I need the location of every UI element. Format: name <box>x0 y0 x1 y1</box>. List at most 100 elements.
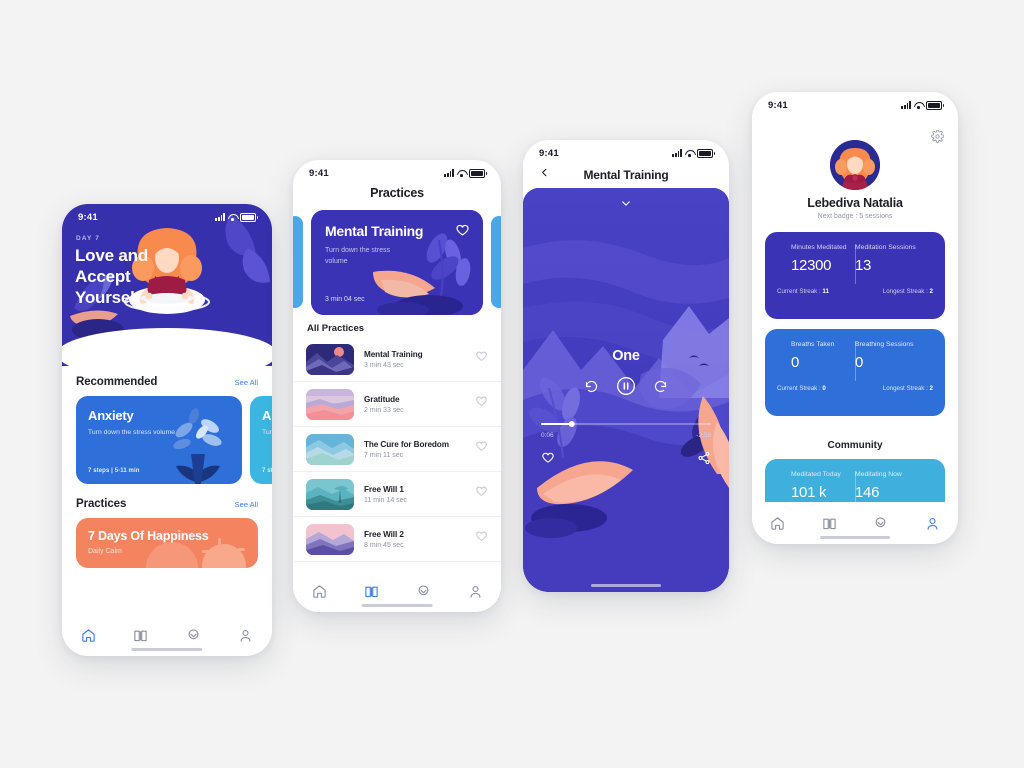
home-indicator <box>361 604 433 607</box>
rewind-15-icon[interactable] <box>584 379 599 399</box>
track-title: One <box>612 348 640 364</box>
featured-carousel[interactable]: Mental Training Turn down the stress vol… <box>293 210 501 315</box>
tab-badge[interactable] <box>416 584 431 599</box>
heart-outline-icon[interactable] <box>475 530 488 548</box>
blue-hills-thumb <box>306 433 354 465</box>
stat-value: 0 <box>855 354 864 372</box>
gear-icon[interactable] <box>931 129 945 148</box>
stat-column: Breathing Sessions 0 <box>855 340 933 371</box>
status-bar: 9:41 <box>293 160 501 186</box>
progress-track[interactable] <box>541 420 711 428</box>
recommended-card-row[interactable]: Anxiety Turn down the stress volume 7 st… <box>62 388 272 484</box>
teal-tree-thumb <box>306 478 354 510</box>
featured-card-subtitle: Turn down the stress volume <box>325 247 391 265</box>
practices-list[interactable]: Mental Training 3 min 43 sec Gratitude 2… <box>293 337 501 570</box>
tab-badge[interactable] <box>873 516 888 531</box>
tab-home[interactable] <box>81 628 96 643</box>
status-time: 9:41 <box>309 167 329 179</box>
practices-see-all[interactable]: See All <box>235 500 258 509</box>
list-item[interactable]: Mental Training 3 min 43 sec <box>293 337 501 382</box>
progress-bar[interactable]: 0:06 -2:59 <box>541 420 711 439</box>
community-title: Community <box>827 440 883 451</box>
stat-label: Minutes Meditated <box>791 244 847 251</box>
practice-card[interactable]: 7 Days Of Happiness Daily Calm <box>76 518 258 568</box>
stat-columns: Meditated Today 101 k Meditating Now 146 <box>777 470 933 511</box>
wifi-icon <box>685 149 694 157</box>
tab-book[interactable] <box>364 584 379 599</box>
avatar[interactable] <box>830 140 880 190</box>
tab-book[interactable] <box>133 628 148 643</box>
chevron-down-icon[interactable] <box>620 197 633 215</box>
stat-divider <box>855 341 856 381</box>
breathing-stats-card: Breaths Taken 0 Breathing Sessions 0 Cur… <box>765 329 945 416</box>
list-item[interactable]: Free Will 1 11 min 14 sec <box>293 472 501 517</box>
home-indicator <box>131 648 203 651</box>
next-badge-label: Next badge : 5 sessions <box>817 213 893 220</box>
list-item-title: Free Will 1 <box>364 484 404 494</box>
recommended-title: Recommended <box>76 376 158 388</box>
heart-outline-icon[interactable] <box>475 395 488 413</box>
tab-person[interactable] <box>238 628 253 643</box>
phone-2-practices: Practices Mental Training Turn down the … <box>293 160 501 612</box>
status-icons <box>215 212 259 222</box>
forward-15-icon[interactable] <box>653 379 668 399</box>
list-item[interactable]: The Cure for Boredom 7 min 11 sec <box>293 427 501 472</box>
featured-card[interactable]: Mental Training Turn down the stress vol… <box>311 210 483 315</box>
stat-value: 13 <box>855 257 872 275</box>
tab-person[interactable] <box>925 516 940 531</box>
phone-2-screen: Practices Mental Training Turn down the … <box>293 160 501 612</box>
tab-person[interactable] <box>468 584 483 599</box>
player-actions[interactable] <box>541 451 711 470</box>
tab-book[interactable] <box>822 516 837 531</box>
wifi-icon <box>914 101 923 109</box>
signal-bars-icon <box>672 149 682 157</box>
longest-streak-value: 2 <box>929 288 933 296</box>
recommended-card-subtitle: Turn down the stress volume <box>262 429 272 436</box>
stat-footer: Current Streak : 0 Longest Streak : 2 <box>777 385 933 392</box>
progress-fill <box>541 423 572 425</box>
list-item-title: The Cure for Boredom <box>364 439 449 449</box>
list-item-text: Free Will 2 8 min 45 sec <box>364 530 465 549</box>
stat-label: Breathing Sessions <box>855 341 914 348</box>
tab-home[interactable] <box>770 516 785 531</box>
heart-outline-icon[interactable] <box>475 440 488 458</box>
stat-value: 12300 <box>791 257 832 275</box>
current-streak-value: 11 <box>822 288 829 296</box>
practice-card-title: 7 Days Of Happiness <box>88 529 209 543</box>
status-bar: 9:41 <box>62 204 272 230</box>
carousel-peek-right[interactable] <box>491 216 501 308</box>
stat-footer: Current Streak : 11 Longest Streak : 2 <box>777 288 933 295</box>
heart-outline-icon[interactable] <box>455 223 470 243</box>
player-controls[interactable] <box>523 376 729 401</box>
stat-value: 146 <box>855 484 880 502</box>
tab-badge[interactable] <box>186 628 201 643</box>
battery-icon <box>926 100 945 110</box>
remaining-time: -2:59 <box>696 432 711 439</box>
phone-3-player: Mental Training One 0:06 -2:59 9:41 <box>523 140 729 592</box>
list-item[interactable]: Gratitude 2 min 33 sec <box>293 382 501 427</box>
stat-label: Meditating Now <box>855 471 902 478</box>
status-bar: 9:41 <box>523 140 729 166</box>
elapsed-time: 0:06 <box>541 432 554 439</box>
pause-circle-icon[interactable] <box>616 376 636 401</box>
heart-outline-icon[interactable] <box>541 451 555 470</box>
practice-card-subtitle: Daily Calm <box>88 548 122 555</box>
carousel-peek-left[interactable] <box>293 216 303 308</box>
home-indicator <box>590 584 662 587</box>
pink-mountains-thumb <box>306 523 354 555</box>
recommended-card[interactable]: Anxiety Turn down the stress volume 7 st… <box>250 396 272 484</box>
signal-bars-icon <box>215 213 225 221</box>
heart-outline-icon[interactable] <box>475 350 488 368</box>
recommended-see-all[interactable]: See All <box>235 378 258 387</box>
tab-home[interactable] <box>312 584 327 599</box>
player-artwork-panel: One 0:06 -2:59 <box>523 188 729 592</box>
heart-outline-icon[interactable] <box>475 485 488 503</box>
list-item[interactable]: Free Will 2 8 min 45 sec <box>293 517 501 562</box>
progress-knob[interactable] <box>568 420 575 428</box>
phone-1-content: Recommended See All Anxiety Turn down th… <box>62 366 272 614</box>
share-icon[interactable] <box>697 451 711 470</box>
recommended-card[interactable]: Anxiety Turn down the stress volume 7 st… <box>76 396 242 484</box>
all-practices-label: All Practices <box>307 323 365 334</box>
stat-value: 0 <box>791 354 800 372</box>
stat-column: Minutes Meditated 12300 <box>777 243 855 274</box>
